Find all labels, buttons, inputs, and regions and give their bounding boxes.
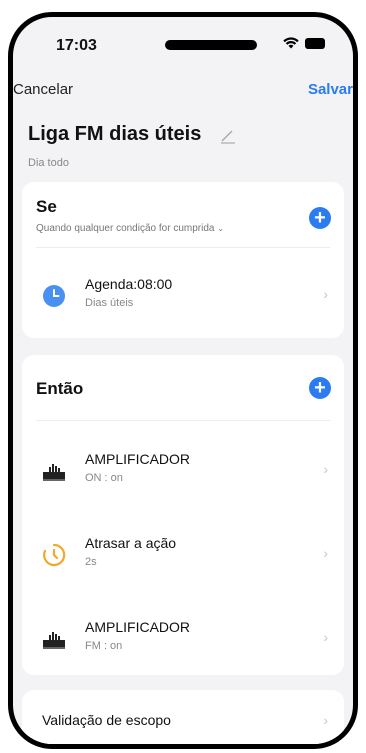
dynamic-island	[165, 40, 257, 50]
chevron-right-icon: ›	[323, 712, 328, 728]
chevron-right-icon: ›	[323, 461, 328, 477]
condition-title: Se	[36, 197, 57, 216]
amplifier-label: AMPLIFICADOR	[85, 451, 191, 467]
edit-pencil-icon[interactable]	[220, 128, 236, 144]
chevron-right-icon: ›	[323, 545, 328, 561]
add-condition-button[interactable]: +	[309, 207, 331, 229]
action-card: Então + AMPLIFICADOR ON : on › Atrasar a…	[22, 355, 344, 675]
phone-frame: 17:03 Cancelar Salvar Liga FM dias úteis…	[8, 12, 358, 749]
divider	[36, 420, 330, 421]
status-bar: 17:03	[13, 17, 353, 71]
schedule-sub: Dias úteis	[85, 297, 134, 309]
chevron-down-icon: ⌄	[217, 224, 224, 233]
divider	[36, 247, 330, 248]
delay-label: Atrasar a ação	[85, 535, 177, 551]
action-row-amplifier-fm[interactable]: AMPLIFICADOR FM : on ›	[22, 605, 344, 665]
scope-validation-label: Validação de escopo	[42, 712, 171, 728]
amplifier-icon	[43, 464, 65, 481]
condition-card: Se Quando qualquer condição for cumprida…	[22, 182, 344, 338]
nav-bar: Cancelar Salvar	[13, 81, 353, 107]
amplifier-icon	[43, 632, 65, 649]
wifi-icon	[283, 37, 299, 49]
schedule-label: Agenda:08:00	[85, 276, 173, 292]
save-button[interactable]: Salvar	[308, 81, 353, 98]
page-subtitle: Dia todo	[28, 157, 69, 169]
cancel-button[interactable]: Cancelar	[13, 81, 73, 98]
condition-selector[interactable]: Quando qualquer condição for cumprida ⌄	[36, 223, 224, 234]
action-title: Então	[36, 379, 84, 398]
amplifier-sub: FM : on	[85, 640, 123, 652]
page-title: Liga FM dias úteis	[28, 123, 202, 145]
add-action-button[interactable]: +	[309, 377, 331, 399]
action-row-delay[interactable]: Atrasar a ação 2s ›	[22, 521, 344, 581]
action-row-amplifier-on[interactable]: AMPLIFICADOR ON : on ›	[22, 437, 344, 497]
chevron-right-icon: ›	[323, 286, 328, 302]
status-time: 17:03	[56, 37, 97, 54]
condition-text: Quando qualquer condição for cumprida	[36, 223, 215, 234]
scope-validation-row[interactable]: Validação de escopo ›	[22, 690, 344, 744]
amplifier-label: AMPLIFICADOR	[85, 619, 191, 635]
clock-icon	[43, 285, 65, 307]
delay-sub: 2s	[85, 556, 97, 568]
chevron-right-icon: ›	[323, 629, 328, 645]
amplifier-sub: ON : on	[85, 472, 123, 484]
battery-icon	[305, 38, 325, 49]
delay-icon	[43, 543, 66, 567]
condition-row-schedule[interactable]: Agenda:08:00 Dias úteis ›	[22, 262, 344, 322]
